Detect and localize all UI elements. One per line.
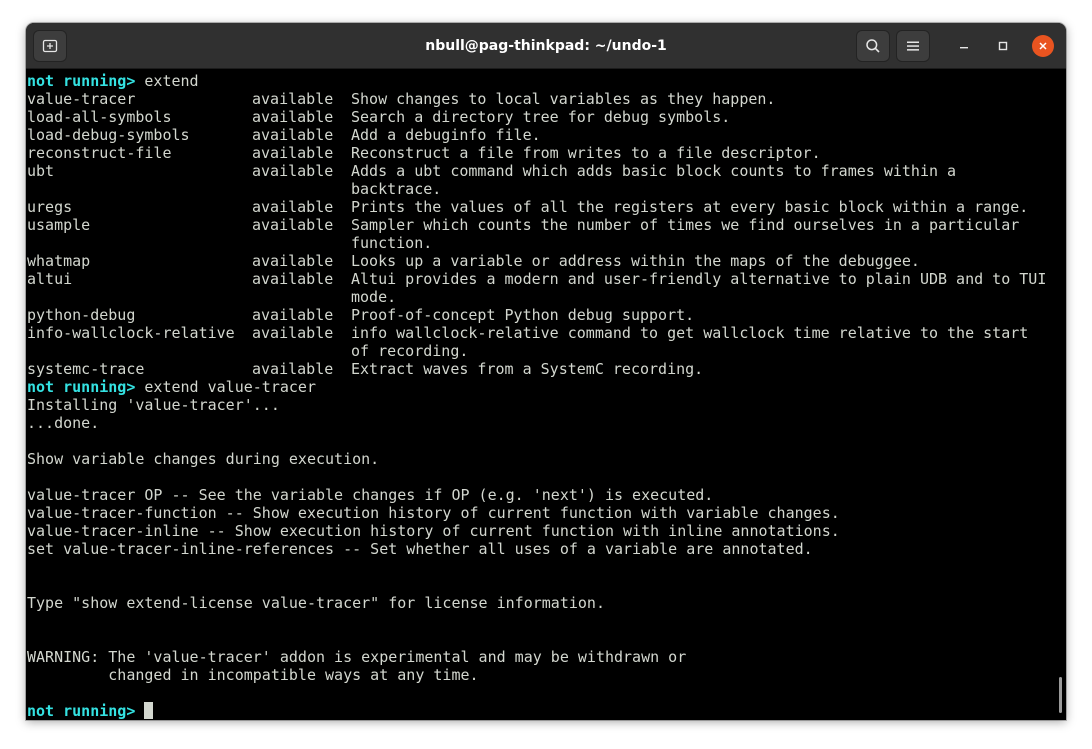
extension-name: uregs — [27, 198, 73, 216]
extension-name: load-debug-symbols — [27, 126, 190, 144]
maximize-button[interactable] — [992, 35, 1014, 57]
extension-description: Add a debuginfo file. — [351, 126, 541, 144]
extension-row: uregs available Prints the values of all t… — [27, 198, 1066, 216]
prompt: not running> — [27, 702, 136, 720]
extension-name: usample — [27, 216, 91, 234]
extension-name: altui — [27, 270, 73, 288]
scrollbar[interactable] — [1059, 677, 1062, 713]
maximize-icon — [998, 41, 1008, 51]
help-line: value-tracer-inline -- Show execution hi… — [27, 522, 840, 540]
active-prompt-line: not running> — [27, 702, 1066, 720]
license-line: Type "show extend-license value-tracer" … — [27, 594, 605, 612]
extension-description-continued: mode. — [351, 288, 397, 306]
terminal-window: nbull@pag-thinkpad: ~/undo-1 not running… — [26, 23, 1066, 720]
help-line: value-tracer OP -- See the variable chan… — [27, 486, 714, 504]
command-line: not running> extend — [27, 72, 1066, 90]
extension-row-continued: backtrace. — [27, 180, 1066, 198]
extension-name: ubt — [27, 162, 55, 180]
extension-status: available — [252, 360, 334, 378]
extension-status: available — [252, 144, 334, 162]
extension-status: available — [252, 162, 334, 180]
extension-row: altui available Altui provides a modern an… — [27, 270, 1066, 288]
warning-line: changed in incompatible ways at any time… — [27, 666, 479, 684]
extension-description: Proof-of-concept Python debug support. — [351, 306, 695, 324]
new-tab-button[interactable] — [33, 30, 67, 62]
extension-name: value-tracer — [27, 90, 136, 108]
extension-name: whatmap — [27, 252, 91, 270]
extension-description: Adds a ubt command which adds basic bloc… — [351, 162, 957, 180]
extension-row: load-all-symbols available Search a direct… — [27, 108, 1066, 126]
extension-description: Show changes to local variables as they … — [351, 90, 776, 108]
prompt: not running> — [27, 378, 136, 396]
extension-description: Reconstruct a file from writes to a file… — [351, 144, 821, 162]
output-line: ...done. — [27, 414, 100, 432]
extension-row: info-wallclock-relative available info wal… — [27, 324, 1066, 342]
extension-status: available — [252, 198, 334, 216]
extension-description: Looks up a variable or address within th… — [351, 252, 920, 270]
extension-row: systemc-trace available Extract waves from… — [27, 360, 1066, 378]
help-line: set value-tracer-inline-references -- Se… — [27, 540, 813, 558]
extension-name: systemc-trace — [27, 360, 145, 378]
command-text: extend — [135, 72, 199, 90]
new-tab-icon — [42, 39, 58, 53]
extension-description: Altui provides a modern and user-friendl… — [351, 270, 1047, 288]
extension-row: load-debug-symbols available Add a debugin… — [27, 126, 1066, 144]
help-line: value-tracer-function -- Show execution … — [27, 504, 840, 522]
extension-list: value-tracer available Show changes to loc… — [27, 90, 1066, 378]
command-text: extend value-tracer — [135, 378, 316, 396]
extension-name: info-wallclock-relative — [27, 324, 235, 342]
menu-button[interactable] — [896, 30, 930, 62]
extension-row-continued: mode. — [27, 288, 1066, 306]
command-line: not running> extend value-tracer — [27, 378, 1066, 396]
extension-name: python-debug — [27, 306, 136, 324]
extension-name: load-all-symbols — [27, 108, 172, 126]
close-icon — [1039, 42, 1047, 50]
extension-description: info wallclock-relative command to get w… — [351, 324, 1029, 342]
extension-status: available — [252, 90, 334, 108]
terminal-output[interactable]: not running> extend value-tracer available… — [26, 69, 1066, 720]
extension-status: available — [252, 270, 334, 288]
output-line: Installing 'value-tracer'... — [27, 396, 280, 414]
extension-row: reconstruct-file available Reconstruct a f… — [27, 144, 1066, 162]
close-button[interactable] — [1032, 35, 1054, 57]
extension-status: available — [252, 108, 334, 126]
minimize-icon — [960, 47, 968, 49]
warning-line: WARNING: The 'value-tracer' addon is exp… — [27, 648, 687, 666]
extension-status: available — [252, 216, 334, 234]
search-button[interactable] — [856, 30, 890, 62]
hamburger-menu-icon — [907, 41, 919, 51]
extension-status: available — [252, 324, 334, 342]
extension-row: ubt available Adds a ubt command which add… — [27, 162, 1066, 180]
extension-row: python-debug available Proof-of-concept Py… — [27, 306, 1066, 324]
prompt: not running> — [27, 72, 136, 90]
extension-name: reconstruct-file — [27, 144, 172, 162]
extension-row: value-tracer available Show changes to loc… — [27, 90, 1066, 108]
extension-row: whatmap available Looks up a variable or a… — [27, 252, 1066, 270]
search-icon — [866, 39, 880, 53]
extension-description-continued: backtrace. — [351, 180, 442, 198]
extension-status: available — [252, 252, 334, 270]
extension-status: available — [252, 126, 334, 144]
extension-row-continued: of recording. — [27, 342, 1066, 360]
text-cursor — [144, 702, 154, 719]
extension-description: Sampler which counts the number of times… — [351, 216, 1020, 234]
minimize-button[interactable] — [953, 35, 975, 57]
extension-description-continued: of recording. — [351, 342, 469, 360]
extension-description: Prints the values of all the registers a… — [351, 198, 1029, 216]
extension-row-continued: function. — [27, 234, 1066, 252]
output-line: Show variable changes during execution. — [27, 450, 380, 468]
extension-description-continued: function. — [351, 234, 433, 252]
title-bar: nbull@pag-thinkpad: ~/undo-1 — [26, 23, 1066, 69]
extension-description: Extract waves from a SystemC recording. — [351, 360, 704, 378]
extension-description: Search a directory tree for debug symbol… — [351, 108, 731, 126]
extension-status: available — [252, 306, 334, 324]
extension-row: usample available Sampler which counts the… — [27, 216, 1066, 234]
